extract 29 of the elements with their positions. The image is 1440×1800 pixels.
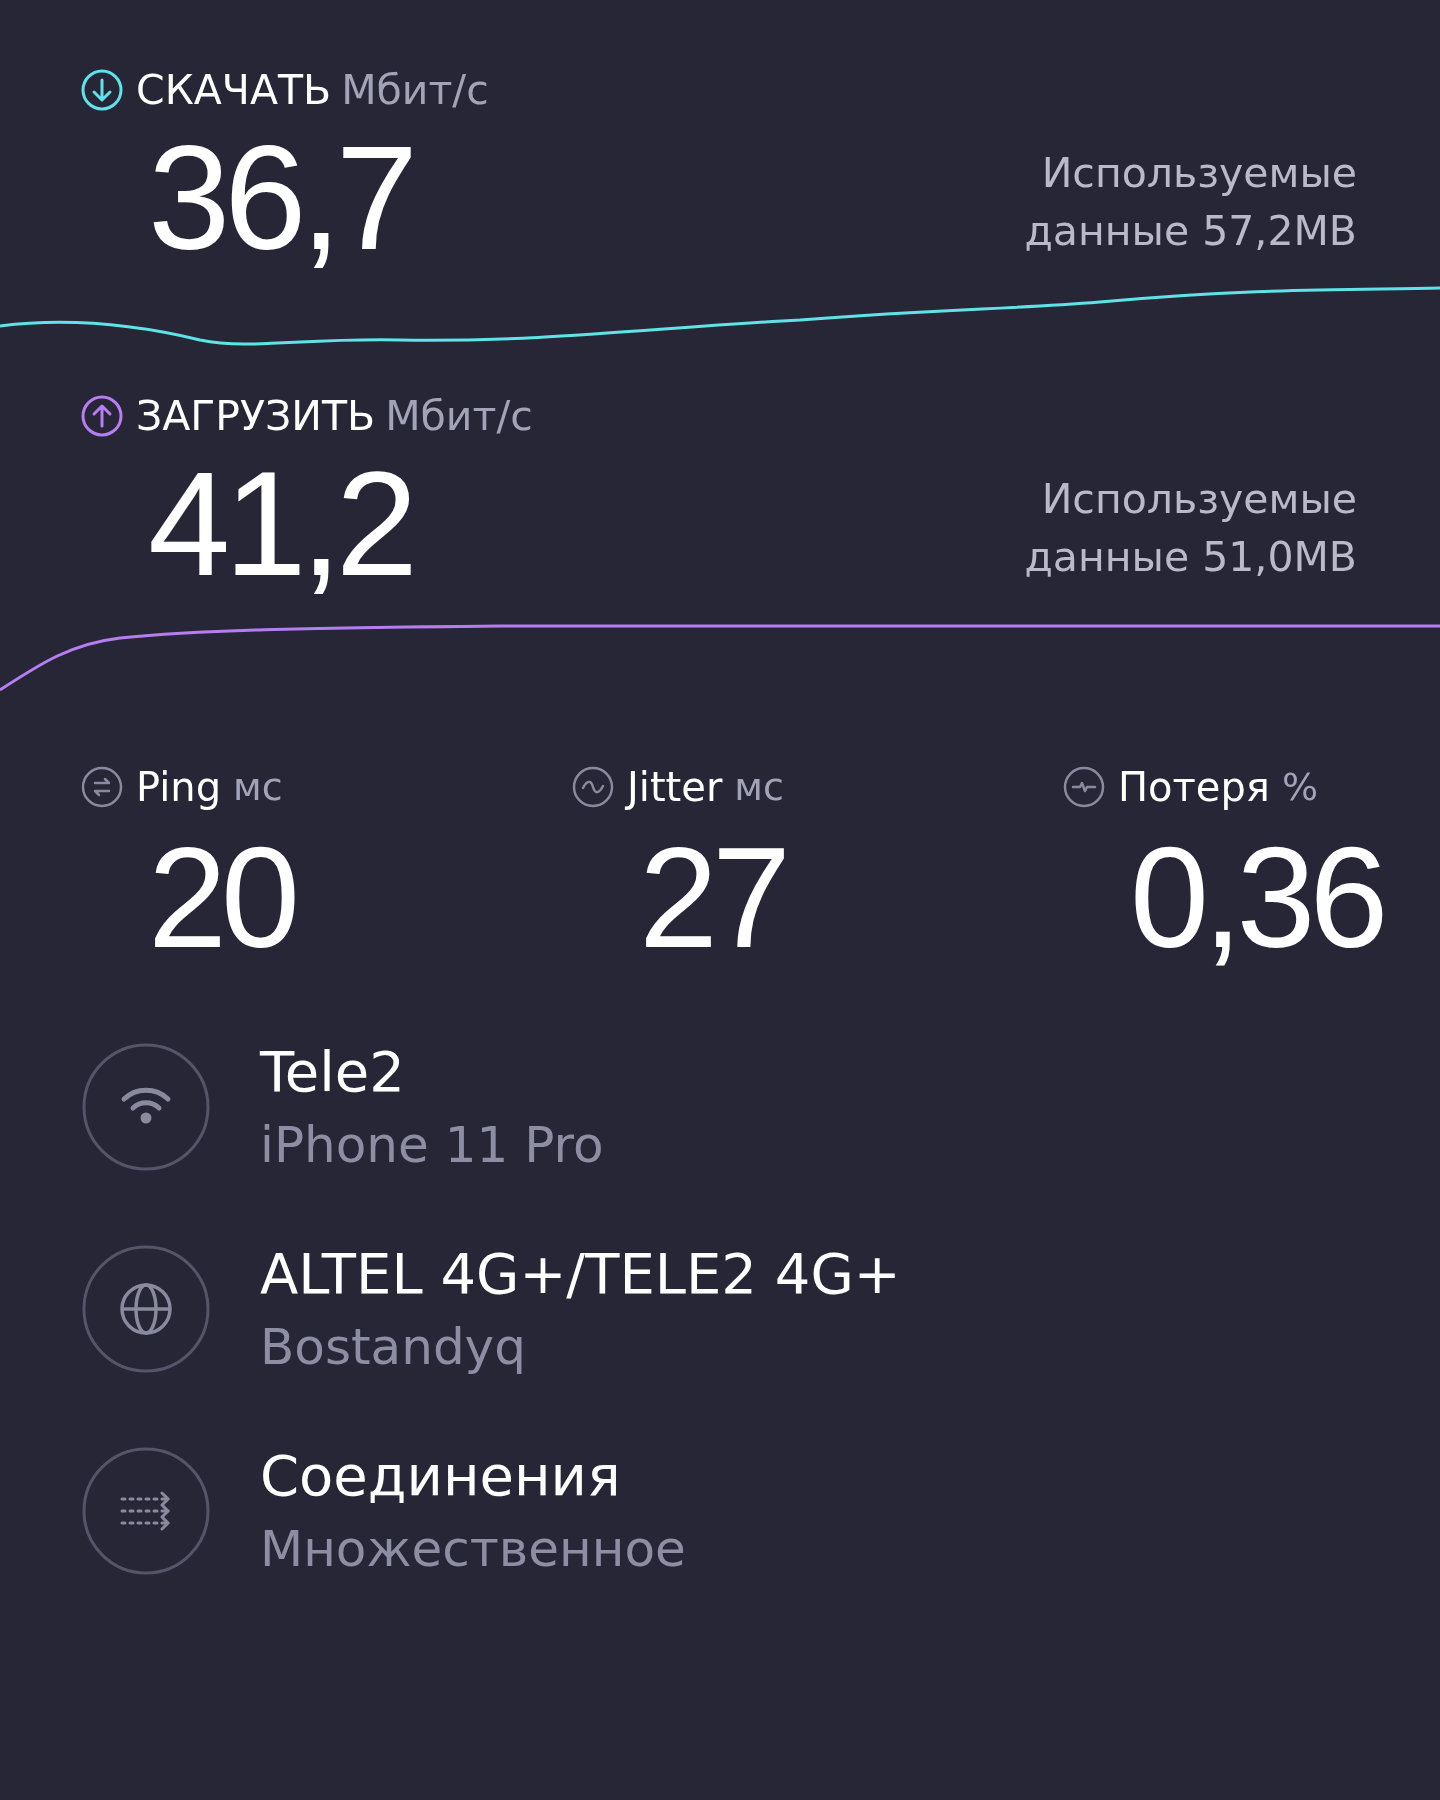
info-title: ALTEL 4G+/TELE2 4G+ bbox=[260, 1240, 901, 1308]
multiple-arrows-icon bbox=[82, 1447, 210, 1575]
speed-value: 41,2 bbox=[147, 454, 413, 594]
pulse-icon bbox=[1062, 765, 1106, 809]
metric-value: 0,36 bbox=[1130, 828, 1384, 968]
info-subtitle: Bostandyq bbox=[260, 1317, 527, 1378]
swap-arrows-icon bbox=[80, 765, 124, 809]
info-subtitle: iPhone 11 Pro bbox=[260, 1115, 604, 1176]
info-title: Соединения bbox=[260, 1442, 622, 1510]
unit-label: мс bbox=[233, 765, 283, 809]
test-label: СКАЧАТЬ bbox=[136, 66, 332, 114]
wave-icon bbox=[571, 765, 615, 809]
unit-label: Мбит/с bbox=[385, 392, 533, 440]
metric-value: 20 bbox=[148, 828, 296, 968]
wifi-icon bbox=[82, 1043, 210, 1171]
globe-icon bbox=[82, 1245, 210, 1373]
info-title: Tele2 bbox=[260, 1038, 406, 1106]
data-used-text: Используемые данные 57,2MB bbox=[1024, 148, 1357, 257]
unit-label: % bbox=[1281, 765, 1319, 809]
unit-label: Мбит/с bbox=[341, 66, 489, 114]
metric-label: Jitter bbox=[627, 764, 723, 810]
speed-value: 36,7 bbox=[147, 128, 413, 268]
info-subtitle: Множественное bbox=[260, 1519, 686, 1580]
metric-label: Ping bbox=[136, 764, 222, 810]
metric-label: Потеря bbox=[1118, 764, 1270, 810]
unit-label: мс bbox=[734, 765, 784, 809]
data-used-text: Используемые данные 51,0MB bbox=[1024, 474, 1357, 583]
metric-value: 27 bbox=[639, 828, 786, 968]
test-label: ЗАГРУЗИТЬ bbox=[136, 392, 376, 440]
